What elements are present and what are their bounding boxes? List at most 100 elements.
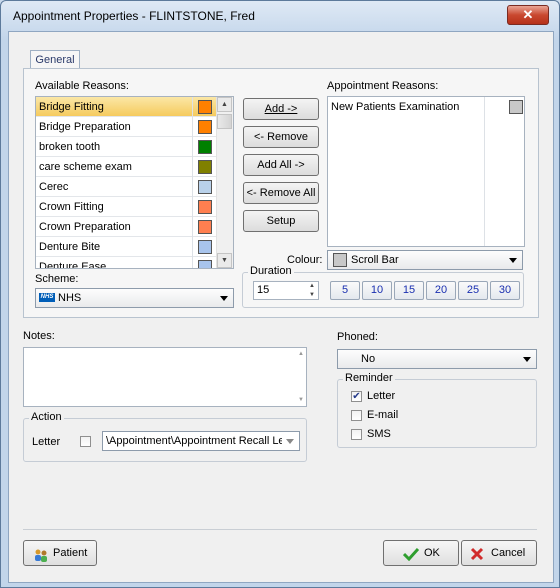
list-item-label: Denture Bite bbox=[39, 241, 101, 253]
list-item[interactable]: Bridge Fitting bbox=[36, 97, 216, 117]
list-item[interactable]: Denture Bite bbox=[36, 237, 216, 257]
ok-button[interactable]: OK bbox=[383, 540, 459, 566]
duration-stepper[interactable]: 15 ▲ ▼ bbox=[253, 281, 319, 300]
cancel-button[interactable]: Cancel bbox=[461, 540, 537, 566]
action-letter-label: Letter bbox=[32, 436, 61, 448]
cancel-button-label: Cancel bbox=[491, 547, 526, 559]
colour-select[interactable]: Scroll Bar bbox=[327, 250, 523, 270]
letter-template-select[interactable]: \Appointment\Appointment Recall Le bbox=[102, 431, 300, 451]
duration-group: Duration 15 ▲ ▼ 5 10 15 20 25 30 bbox=[242, 265, 524, 308]
reminder-option-label: SMS bbox=[367, 428, 391, 440]
chevron-down-icon bbox=[523, 357, 531, 362]
list-item-label: Denture Ease bbox=[39, 261, 107, 269]
scroll-down-icon[interactable]: ▼ bbox=[298, 397, 304, 403]
colour-swatch bbox=[198, 240, 212, 254]
duration-value: 15 bbox=[257, 284, 270, 296]
patient-icon bbox=[34, 547, 48, 562]
letter-template-value: \Appointment\Appointment Recall Le bbox=[106, 435, 282, 447]
chevron-down-icon bbox=[509, 258, 517, 263]
colour-swatch bbox=[198, 100, 212, 114]
list-item[interactable]: Crown Fitting bbox=[36, 197, 216, 217]
action-label: Action bbox=[29, 411, 64, 423]
reminder-label: Reminder bbox=[343, 372, 395, 384]
dialog-window: Appointment Properties - FLINTSTONE, Fre… bbox=[0, 0, 560, 588]
reminder-option-label: E-mail bbox=[367, 409, 399, 421]
appointment-reasons-label: Appointment Reasons: bbox=[327, 80, 439, 92]
list-item-label: Crown Fitting bbox=[39, 201, 104, 213]
list-item[interactable]: New Patients Examination bbox=[328, 97, 524, 117]
chevron-down-icon bbox=[220, 296, 228, 301]
spin-up-icon[interactable]: ▲ bbox=[306, 282, 318, 290]
list-item[interactable]: Cerec bbox=[36, 177, 216, 197]
duration-15-button[interactable]: 15 bbox=[394, 281, 424, 300]
list-item-label: Crown Preparation bbox=[39, 221, 131, 233]
cross-icon bbox=[470, 546, 484, 570]
scheme-select[interactable]: NHS NHS bbox=[35, 288, 234, 308]
window-title: Appointment Properties - FLINTSTONE, Fre… bbox=[13, 9, 255, 23]
list-divider bbox=[192, 97, 193, 268]
colour-value: Scroll Bar bbox=[351, 254, 399, 266]
remove-button[interactable]: <- Remove bbox=[243, 126, 319, 148]
colour-swatch bbox=[198, 180, 212, 194]
colour-swatch bbox=[198, 120, 212, 134]
list-item[interactable]: Crown Preparation bbox=[36, 217, 216, 237]
duration-25-button[interactable]: 25 bbox=[458, 281, 488, 300]
colour-swatch bbox=[198, 260, 212, 268]
patient-button[interactable]: Patient bbox=[23, 540, 97, 566]
colour-swatch bbox=[198, 200, 212, 214]
action-group: Action Letter \Appointment\Appointment R… bbox=[23, 411, 307, 462]
phoned-select[interactable]: No bbox=[337, 349, 537, 369]
reminder-checkbox[interactable] bbox=[351, 410, 362, 421]
available-reasons-list[interactable]: Bridge Fitting Bridge Preparation broken t… bbox=[35, 96, 234, 269]
spin-down-icon[interactable]: ▼ bbox=[306, 291, 318, 299]
list-item-label: New Patients Examination bbox=[331, 101, 460, 113]
scroll-up-icon[interactable]: ▲ bbox=[217, 97, 232, 112]
reminder-group: Reminder ✔ Letter E-mail SMS bbox=[337, 372, 537, 448]
duration-label: Duration bbox=[248, 265, 294, 277]
remove-all-button[interactable]: <- Remove All bbox=[243, 182, 319, 204]
appointment-reasons-list[interactable]: New Patients Examination bbox=[327, 96, 525, 247]
phoned-label: Phoned: bbox=[337, 331, 378, 343]
list-item-label: Bridge Fitting bbox=[39, 101, 104, 113]
add-all-button[interactable]: Add All -> bbox=[243, 154, 319, 176]
reminder-checkbox[interactable]: ✔ bbox=[351, 391, 362, 402]
scroll-thumb[interactable] bbox=[217, 114, 232, 129]
add-button-label: Add -> bbox=[264, 103, 298, 115]
duration-30-button[interactable]: 30 bbox=[490, 281, 520, 300]
setup-button[interactable]: Setup bbox=[243, 210, 319, 232]
list-item[interactable]: Denture Ease bbox=[36, 257, 216, 269]
duration-10-button[interactable]: 10 bbox=[362, 281, 392, 300]
scheme-label: Scheme: bbox=[35, 273, 79, 285]
action-letter-checkbox[interactable] bbox=[80, 436, 91, 447]
phoned-value: No bbox=[361, 353, 376, 365]
list-item-label: Cerec bbox=[39, 181, 69, 193]
duration-5-button[interactable]: 5 bbox=[330, 281, 360, 300]
colour-swatch bbox=[198, 140, 212, 154]
patient-button-label: Patient bbox=[53, 547, 88, 559]
duration-20-button[interactable]: 20 bbox=[426, 281, 456, 300]
list-divider bbox=[484, 97, 485, 246]
list-item[interactable]: Bridge Preparation bbox=[36, 117, 216, 137]
list-item[interactable]: broken tooth bbox=[36, 137, 216, 157]
nhs-logo-icon: NHS bbox=[39, 293, 55, 302]
ok-button-label: OK bbox=[424, 547, 440, 559]
checkmark-icon bbox=[402, 546, 420, 570]
scheme-value: NHS bbox=[58, 292, 82, 304]
colour-swatch bbox=[198, 160, 212, 174]
add-button[interactable]: Add -> bbox=[243, 98, 319, 120]
available-reasons-scrollbar[interactable]: ▲ ▼ bbox=[216, 97, 233, 268]
list-item-label: broken tooth bbox=[39, 141, 101, 153]
tab-general[interactable]: General bbox=[30, 50, 80, 69]
scroll-down-icon[interactable]: ▼ bbox=[217, 253, 232, 268]
notes-textarea[interactable]: ▲ ▼ bbox=[23, 347, 307, 407]
notes-label: Notes: bbox=[23, 330, 55, 342]
list-item[interactable]: care scheme exam bbox=[36, 157, 216, 177]
scroll-up-icon[interactable]: ▲ bbox=[298, 351, 304, 357]
footer-divider bbox=[23, 529, 537, 530]
close-button[interactable]: ✕ bbox=[507, 5, 549, 25]
list-item-label: Bridge Preparation bbox=[39, 121, 131, 133]
colour-swatch bbox=[509, 100, 523, 114]
chevron-down-icon bbox=[286, 439, 294, 444]
reminder-checkbox[interactable] bbox=[351, 429, 362, 440]
available-reasons-label: Available Reasons: bbox=[35, 80, 129, 92]
